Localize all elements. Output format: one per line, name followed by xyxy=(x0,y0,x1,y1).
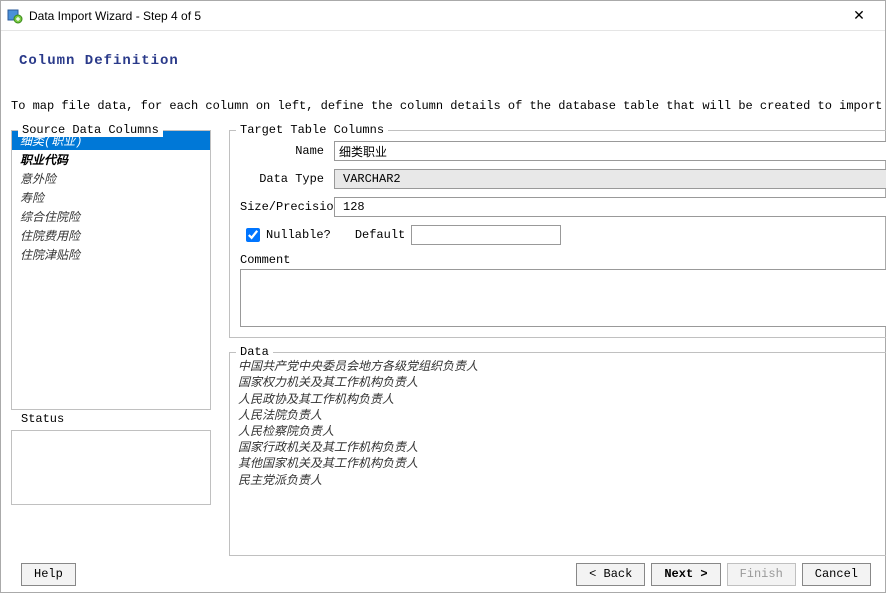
page-header: Column Definition xyxy=(1,31,885,91)
app-icon xyxy=(7,8,23,24)
datatype-select[interactable]: VARCHAR2 xyxy=(334,169,886,189)
target-columns-box: Target Table Columns Name Data Type VARC… xyxy=(229,130,886,338)
list-item[interactable]: 意外险 xyxy=(12,169,210,188)
instruction-text: To map file data, for each column on lef… xyxy=(11,97,886,116)
size-select[interactable]: 128 xyxy=(334,197,886,217)
source-listbox[interactable]: 细类(职业) 职业代码 意外险 寿险 综合住院险 住院费用险 住院津贴险 xyxy=(12,131,210,409)
footer: Help < Back Next > Finish Cancel xyxy=(1,556,885,592)
data-row[interactable]: 国家行政机关及其工作机构负责人 xyxy=(232,440,886,456)
comment-field[interactable] xyxy=(240,269,886,327)
comment-label: Comment xyxy=(240,253,886,267)
data-hscrollbar[interactable] xyxy=(232,537,886,553)
list-item[interactable]: 住院费用险 xyxy=(12,226,210,245)
nullable-label: Nullable? xyxy=(266,228,331,242)
data-row[interactable]: 人民政协及其工作机构负责人 xyxy=(232,392,886,408)
status-legend: Status xyxy=(17,412,68,426)
data-legend: Data xyxy=(236,345,273,359)
datatype-label: Data Type xyxy=(240,172,328,186)
data-row[interactable]: 民主党派负责人 xyxy=(232,473,886,489)
data-row[interactable]: 人民法院负责人 xyxy=(232,408,886,424)
data-row[interactable]: 中国共产党中央委员会地方各级党组织负责人 xyxy=(232,359,886,375)
list-item[interactable]: 综合住院险 xyxy=(12,207,210,226)
list-item[interactable]: 职业代码 xyxy=(12,150,210,169)
nav-hscrollbar[interactable] xyxy=(4,538,168,554)
list-item[interactable]: 住院津贴险 xyxy=(12,245,210,264)
status-box[interactable] xyxy=(11,430,211,505)
finish-button: Finish xyxy=(727,563,796,586)
size-label: Size/Precision xyxy=(240,200,328,214)
next-button[interactable]: Next > xyxy=(651,563,720,586)
help-button[interactable]: Help xyxy=(21,563,76,586)
name-label: Name xyxy=(240,144,328,158)
source-columns-box: Source Data Columns 细类(职业) 职业代码 意外险 寿险 综… xyxy=(11,130,211,410)
list-item[interactable]: 寿险 xyxy=(12,188,210,207)
back-button[interactable]: < Back xyxy=(576,563,645,586)
close-button[interactable]: ✕ xyxy=(839,1,879,31)
data-row[interactable]: 人民检察院负责人 xyxy=(232,424,886,440)
data-row[interactable]: 其他国家机关及其工作机构负责人 xyxy=(232,456,886,472)
window-title: Data Import Wizard - Step 4 of 5 xyxy=(29,9,839,23)
data-box: Data 中国共产党中央委员会地方各级党组织负责人 国家权力机关及其工作机构负责… xyxy=(229,352,886,556)
titlebar: Data Import Wizard - Step 4 of 5 ✕ xyxy=(1,1,885,31)
page-title: Column Definition xyxy=(19,53,867,69)
default-field[interactable] xyxy=(411,225,561,245)
cancel-button[interactable]: Cancel xyxy=(802,563,871,586)
default-label: Default xyxy=(355,228,405,242)
name-field[interactable] xyxy=(334,141,886,161)
target-legend: Target Table Columns xyxy=(236,123,388,137)
data-row[interactable]: 国家权力机关及其工作机构负责人 xyxy=(232,375,886,391)
nullable-checkbox[interactable] xyxy=(246,228,260,242)
source-legend: Source Data Columns xyxy=(18,123,163,137)
data-list[interactable]: 中国共产党中央委员会地方各级党组织负责人 国家权力机关及其工作机构负责人 人民政… xyxy=(232,359,886,537)
